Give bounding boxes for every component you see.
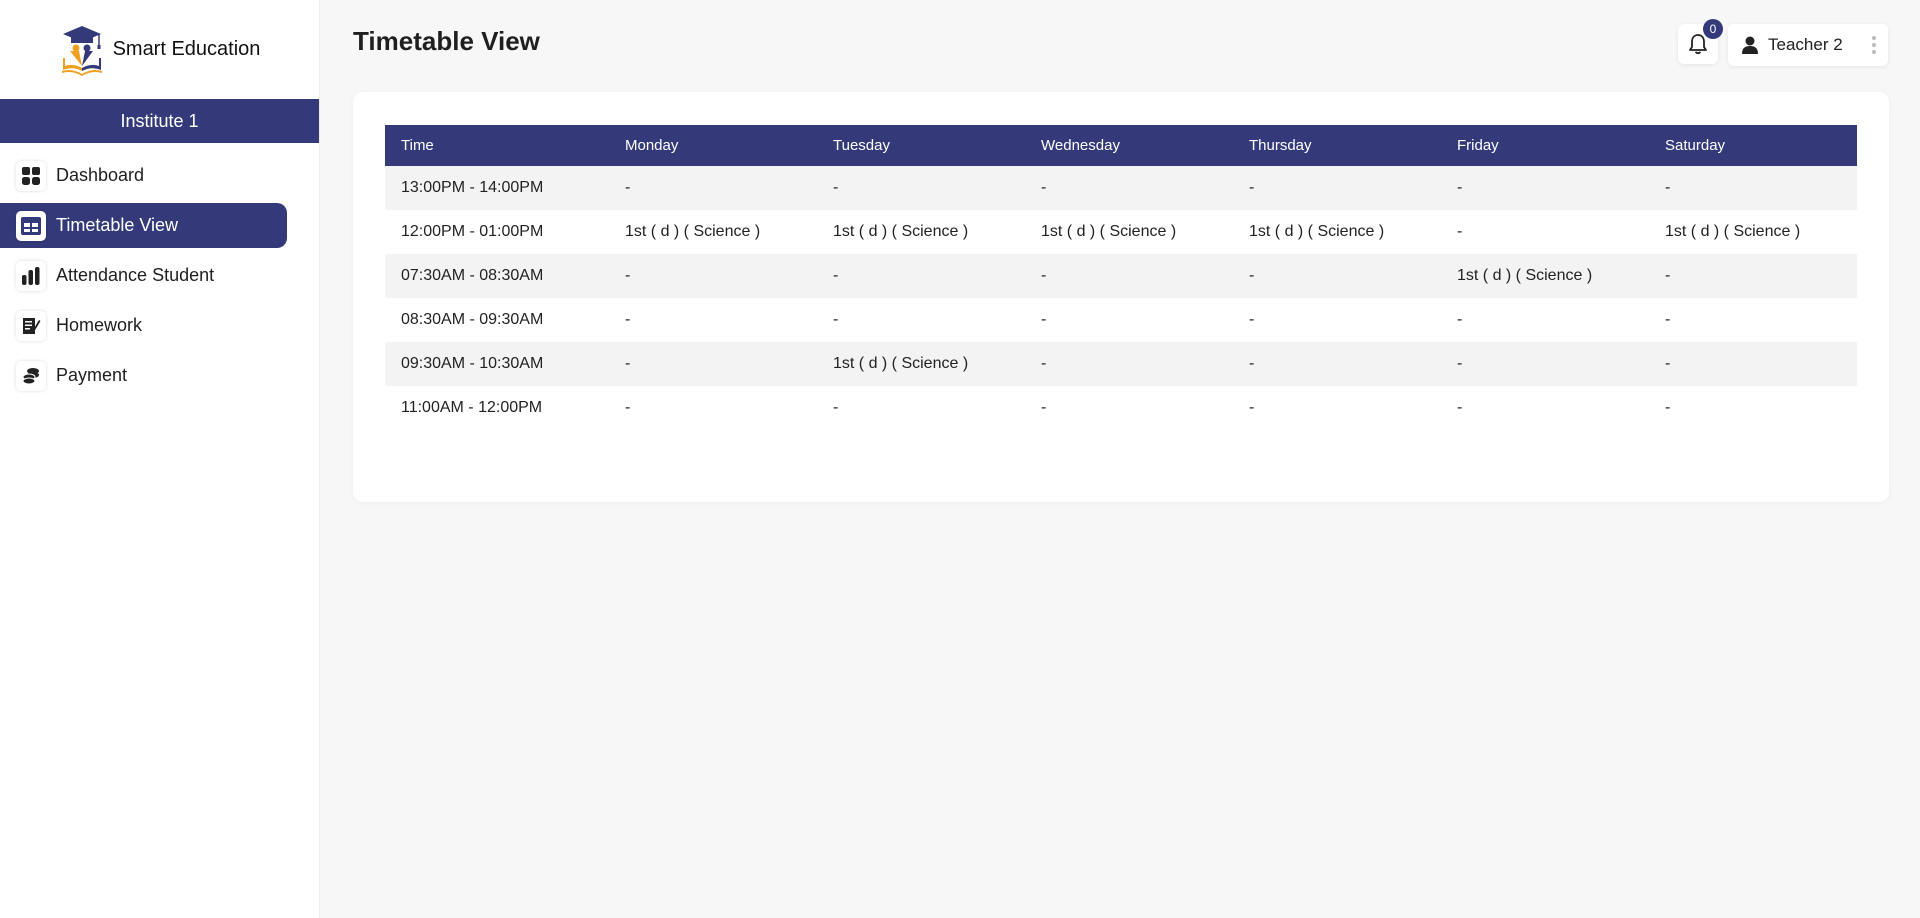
class-cell: 1st ( d ) ( Science ) (1665, 223, 1801, 240)
sidebar-item-label: Homework (56, 315, 143, 335)
class-cell: - (833, 399, 839, 416)
sidebar-item-label: Dashboard (56, 165, 145, 185)
table-row: 11:00AM - 12:00PM - - - - - - (385, 386, 1857, 430)
class-cell: 1st ( d ) ( Science ) (833, 223, 969, 240)
class-cell: - (1665, 311, 1671, 328)
class-cell: 1st ( d ) ( Science ) (1249, 223, 1385, 240)
time-slot-cell: 08:30AM - 09:30AM (401, 311, 544, 328)
topbar: 0 Teacher 2 (1678, 19, 1888, 66)
column-header-saturday: Saturday (1665, 137, 1726, 154)
class-cell: - (625, 399, 631, 416)
coins-icon (16, 360, 46, 391)
time-slot-cell: 13:00PM - 14:00PM (401, 179, 544, 196)
sidebar-item-payment[interactable]: Payment (0, 353, 287, 398)
column-header-time: Time (401, 137, 434, 154)
class-cell: - (625, 311, 631, 328)
table-header-row: Time Monday Tuesday Wednesday Thursday Friday… (385, 125, 1857, 166)
class-cell: 1st ( d ) ( Science ) (1457, 267, 1593, 284)
class-cell: - (625, 355, 631, 372)
brand-name: Smart Education (112, 38, 261, 60)
user-menu-button[interactable]: Teacher 2 (1728, 24, 1888, 66)
time-slot-cell: 07:30AM - 08:30AM (401, 267, 544, 284)
class-cell: - (1041, 267, 1047, 284)
class-cell: - (1249, 355, 1255, 372)
class-cell: - (1665, 179, 1671, 196)
notifications-button[interactable]: 0 (1678, 19, 1723, 64)
time-slot-cell: 09:30AM - 10:30AM (401, 355, 544, 372)
class-cell: - (1249, 179, 1255, 196)
timetable-card: Time Monday Tuesday Wednesday Thursday Friday… (353, 92, 1889, 502)
column-header-monday: Monday (625, 137, 679, 154)
class-cell: - (1249, 311, 1255, 328)
sidebar-item-attendance-student[interactable]: Attendance Student (0, 253, 287, 298)
timetable-table: Time Monday Tuesday Wednesday Thursday Friday… (385, 125, 1857, 430)
class-cell: - (1041, 355, 1047, 372)
sidebar-item-label: Timetable View (56, 215, 179, 235)
sidebar: Smart Education Institute 1 Dashboard Ti… (0, 0, 320, 918)
notification-count-badge: 0 (1703, 19, 1723, 39)
class-cell: - (1665, 355, 1671, 372)
user-icon (1742, 36, 1758, 54)
page-title: Timetable View (353, 26, 540, 56)
class-cell: - (1457, 223, 1463, 240)
table-row: 08:30AM - 09:30AM - - - - - - (385, 298, 1857, 342)
more-options-icon[interactable] (1872, 36, 1876, 54)
institute-selector[interactable]: Institute 1 (0, 99, 319, 143)
sidebar-item-dashboard[interactable]: Dashboard (0, 153, 287, 198)
column-header-thursday: Thursday (1249, 137, 1312, 154)
class-cell: - (1457, 179, 1463, 196)
time-slot-cell: 11:00AM - 12:00PM (401, 399, 543, 416)
class-cell: - (625, 179, 631, 196)
class-cell: - (1665, 267, 1671, 284)
sidebar-item-label: Attendance Student (56, 265, 215, 285)
main-content: Timetable View 0 Teacher 2 Time Monday Tue… (321, 0, 1920, 918)
column-header-wednesday: Wednesday (1041, 137, 1120, 154)
class-cell: - (1457, 355, 1463, 372)
class-cell: - (1457, 311, 1463, 328)
user-name: Teacher 2 (1768, 35, 1843, 54)
class-cell: - (833, 311, 839, 328)
class-cell: - (1665, 399, 1671, 416)
sidebar-item-label: Payment (56, 365, 128, 385)
class-cell: - (833, 267, 839, 284)
table-row: 07:30AM - 08:30AM - - - - 1st ( d ) ( Science… (385, 254, 1857, 298)
table-row: 09:30AM - 10:30AM - 1st ( d ) ( Science ) -… (385, 342, 1857, 386)
brand[interactable]: Smart Education (0, 0, 319, 99)
table-row: 12:00PM - 01:00PM 1st ( d ) ( Science ) 1s… (385, 210, 1857, 254)
class-cell: - (1041, 311, 1047, 328)
graduation-cap-book-logo-icon (61, 25, 102, 76)
class-cell: 1st ( d ) ( Science ) (833, 355, 969, 372)
bell-icon (1689, 34, 1707, 55)
class-cell: - (1457, 399, 1463, 416)
table-row: 13:00PM - 14:00PM - - - - - - (385, 166, 1857, 210)
time-slot-cell: 12:00PM - 01:00PM (401, 223, 544, 240)
class-cell: - (1249, 267, 1255, 284)
notepad-pen-icon (16, 310, 46, 341)
class-cell: - (1249, 399, 1255, 416)
column-header-friday: Friday (1457, 137, 1499, 154)
class-cell: - (1041, 399, 1047, 416)
class-cell: 1st ( d ) ( Science ) (1041, 223, 1177, 240)
class-cell: - (833, 179, 839, 196)
class-cell: 1st ( d ) ( Science ) (625, 223, 761, 240)
table-icon (16, 210, 46, 241)
sidebar-nav: Dashboard Timetable View Attendance Stud… (0, 153, 319, 398)
class-cell: - (1041, 179, 1047, 196)
grid-icon (16, 160, 46, 191)
class-cell: - (625, 267, 631, 284)
bar-chart-icon (16, 260, 46, 291)
sidebar-item-homework[interactable]: Homework (0, 303, 287, 348)
column-header-tuesday: Tuesday (833, 137, 890, 154)
sidebar-item-timetable-view[interactable]: Timetable View (0, 203, 287, 248)
